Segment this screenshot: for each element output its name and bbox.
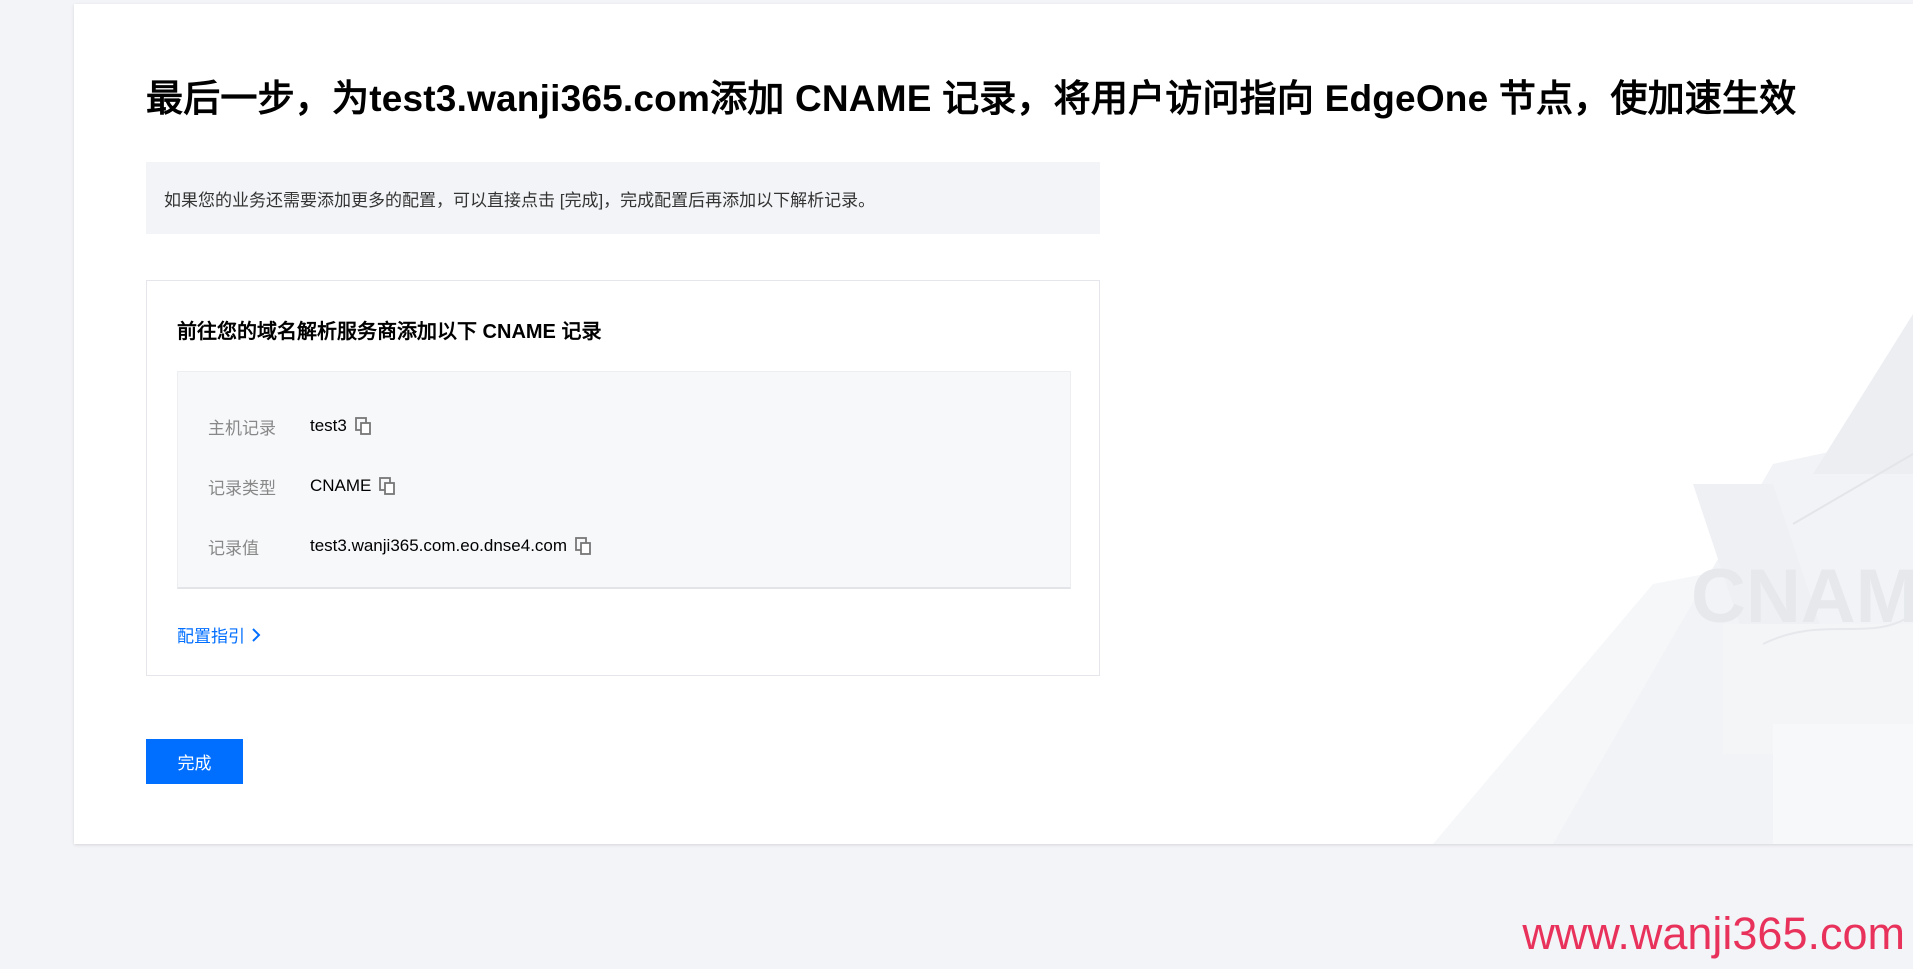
info-notice: 如果您的业务还需要添加更多的配置，可以直接点击 [完成]，完成配置后再添加以下解… bbox=[146, 162, 1100, 234]
record-table: 主机记录 test3 记录类型 CNAME 记录值 test3.wanji365… bbox=[177, 371, 1071, 589]
copy-icon[interactable] bbox=[575, 536, 592, 556]
notice-text: 如果您的业务还需要添加更多的配置，可以直接点击 [完成]，完成配置后再添加以下解… bbox=[164, 190, 876, 210]
record-row-host: 主机记录 test3 bbox=[208, 411, 372, 441]
cname-illustration: CNAM bbox=[1433, 314, 1913, 844]
chevron-right-icon bbox=[252, 627, 261, 642]
cname-record-panel: 前往您的域名解析服务商添加以下 CNAME 记录 主机记录 test3 记录类型… bbox=[146, 280, 1100, 676]
done-button[interactable]: 完成 bbox=[146, 739, 243, 784]
record-row-type: 记录类型 CNAME bbox=[208, 471, 396, 501]
record-value: test3 bbox=[310, 416, 347, 435]
copy-icon[interactable] bbox=[354, 416, 372, 436]
page: CNAM 最后一步，为test3.wanji365.com添加 CNAME 记录… bbox=[0, 0, 1913, 969]
record-value: test3.wanji365.com.eo.dnse4.com bbox=[310, 536, 568, 555]
main-card: CNAM 最后一步，为test3.wanji365.com添加 CNAME 记录… bbox=[74, 4, 1913, 844]
record-panel-title: 前往您的域名解析服务商添加以下 CNAME 记录 bbox=[177, 321, 602, 343]
record-label: 主机记录 bbox=[208, 418, 276, 438]
guide-link-label: 配置指引 bbox=[177, 627, 245, 646]
record-label: 记录类型 bbox=[208, 478, 276, 498]
record-row-value: 记录值 test3.wanji365.com.eo.dnse4.com bbox=[208, 531, 592, 561]
svg-text:CNAM: CNAM bbox=[1691, 554, 1913, 639]
record-label: 记录值 bbox=[208, 538, 259, 558]
copy-icon[interactable] bbox=[379, 476, 396, 496]
config-guide-link[interactable]: 配置指引 bbox=[177, 622, 261, 647]
watermark-text: www.wanji365.com bbox=[1522, 908, 1905, 959]
record-value: CNAME bbox=[310, 476, 372, 495]
page-title: 最后一步，为test3.wanji365.com添加 CNAME 记录，将用户访… bbox=[146, 78, 1797, 119]
